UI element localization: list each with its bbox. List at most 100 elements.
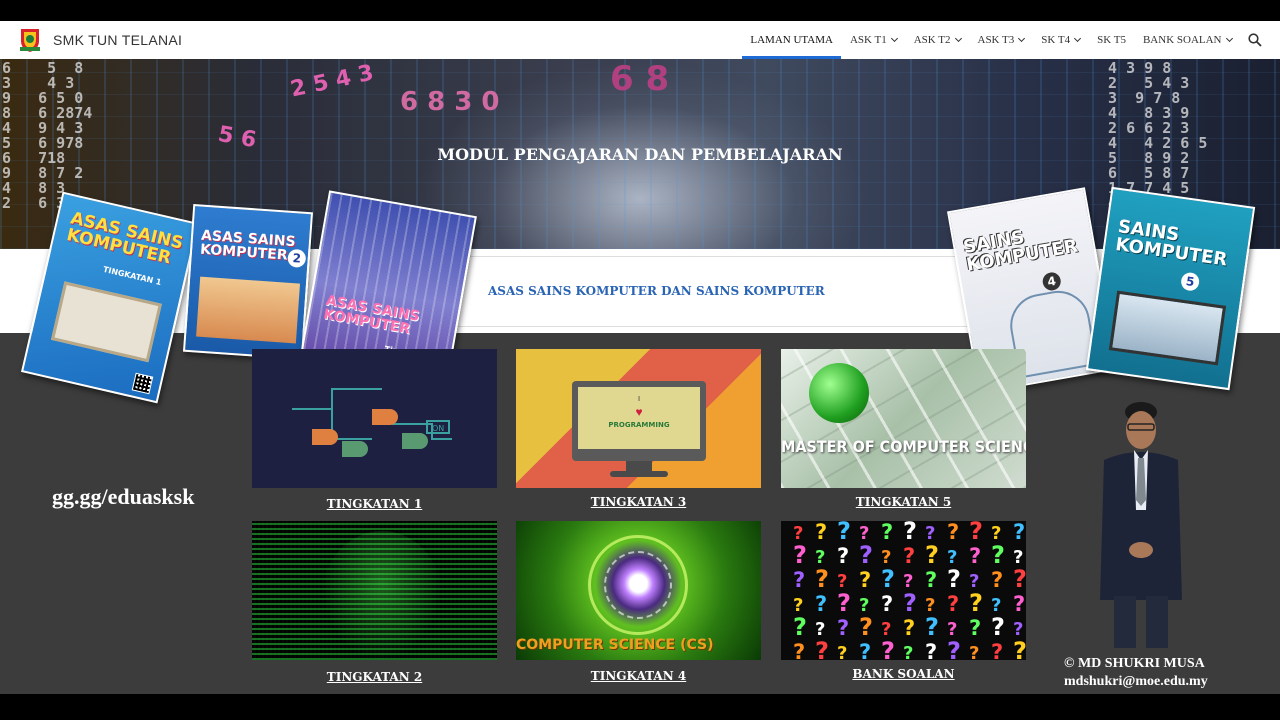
chevron-down-icon bbox=[1074, 34, 1082, 43]
screen-text: PROGRAMMING bbox=[608, 421, 670, 429]
question-mark-glyph: ? bbox=[925, 541, 939, 569]
question-mark-glyph: ? bbox=[859, 568, 871, 592]
nav-item-sk-t5[interactable]: SK T5 bbox=[1089, 21, 1135, 59]
question-mark-glyph: ? bbox=[991, 613, 1005, 641]
question-mark-glyph: ? bbox=[881, 565, 895, 593]
book-title: SAINS KOMPUTER bbox=[961, 226, 1080, 276]
question-mark-glyph: ? bbox=[991, 640, 1003, 660]
monitor-stand bbox=[626, 461, 652, 471]
main-nav: LAMAN UTAMA ASK T1 ASK T2 ASK T3 SK T4 S… bbox=[741, 21, 1270, 59]
tile-image[interactable]: ON bbox=[252, 349, 497, 488]
question-mark-glyph: ? bbox=[815, 565, 829, 593]
nav-item-laman-utama[interactable]: LAMAN UTAMA bbox=[741, 21, 842, 59]
divider bbox=[455, 256, 1005, 257]
question-mark-glyph: ? bbox=[793, 613, 807, 641]
chevron-down-icon bbox=[890, 34, 898, 43]
tile-label[interactable]: TINGKATAN 1 bbox=[252, 497, 497, 511]
question-mark-glyph: ? bbox=[947, 521, 959, 544]
question-mark-glyph: ? bbox=[1013, 565, 1026, 593]
tile-tingkatan-5[interactable]: MASTER OF COMPUTER SCIENCE TINGKATAN 5 bbox=[781, 349, 1026, 509]
question-mark-glyph: ? bbox=[793, 640, 805, 660]
divider bbox=[455, 326, 1005, 327]
tile-tingkatan-2[interactable]: TINGKATAN 2 bbox=[252, 521, 497, 684]
question-mark-glyph: ? bbox=[925, 568, 937, 592]
question-mark-glyph: ? bbox=[837, 589, 851, 617]
qr-code-icon bbox=[131, 372, 154, 395]
question-mark-glyph: ? bbox=[793, 568, 805, 592]
tile-label[interactable]: TINGKATAN 4 bbox=[516, 669, 761, 683]
question-mark-glyph: ? bbox=[859, 541, 873, 569]
school-logo[interactable] bbox=[18, 27, 42, 53]
tile-image[interactable]: I ♥ PROGRAMMING bbox=[516, 349, 761, 488]
question-mark-glyph: ? bbox=[925, 613, 939, 641]
question-mark-glyph: ? bbox=[837, 616, 849, 640]
nav-item-ask-t1[interactable]: ASK T1 bbox=[841, 21, 905, 59]
hero-title: MODUL PENGAJARAN DAN PEMBELAJARAN bbox=[437, 145, 843, 164]
author-email[interactable]: mdshukri@moe.edu.my bbox=[1064, 674, 1208, 690]
tablet-illustration bbox=[1108, 290, 1227, 366]
question-mark-glyph: ? bbox=[881, 637, 895, 660]
top-letterbox bbox=[0, 0, 1280, 21]
search-button[interactable] bbox=[1240, 21, 1270, 59]
tile-image[interactable]: COMPUTER SCIENCE (CS) bbox=[516, 521, 761, 660]
book-subtitle: TINGKATAN 1 bbox=[102, 264, 163, 288]
book-title: ASAS SAINS KOMPUTER bbox=[64, 208, 186, 269]
question-mark-glyph: ? bbox=[881, 521, 893, 544]
book-cover-ask-tingkatan-2[interactable]: ASAS SAINS KOMPUTER 2 bbox=[182, 203, 314, 361]
tile-image[interactable] bbox=[252, 521, 497, 660]
nav-item-bank-soalan[interactable]: BANK SOALAN bbox=[1134, 21, 1240, 59]
tile-label[interactable]: TINGKATAN 2 bbox=[252, 670, 497, 684]
short-link[interactable]: gg.gg/eduasksk bbox=[52, 484, 194, 510]
question-mark-glyph: ? bbox=[969, 616, 981, 640]
tile-image[interactable]: MASTER OF COMPUTER SCIENCE bbox=[781, 349, 1026, 488]
glass-pattern bbox=[781, 349, 1026, 488]
nav-item-sk-t4[interactable]: SK T4 bbox=[1033, 21, 1089, 59]
tile-label[interactable]: TINGKATAN 3 bbox=[516, 495, 761, 509]
tile-tingkatan-4[interactable]: COMPUTER SCIENCE (CS) TINGKATAN 4 bbox=[516, 521, 761, 683]
book-number-badge: 2 bbox=[287, 248, 307, 268]
hero-pink-digits: 6 8 3 0 bbox=[400, 87, 500, 117]
laptop-illustration bbox=[50, 281, 162, 363]
site-header: SMK TUN TELANAI LAMAN UTAMA ASK T1 ASK T… bbox=[0, 21, 1280, 59]
chevron-down-icon bbox=[954, 34, 962, 43]
tile-label[interactable]: TINGKATAN 5 bbox=[781, 495, 1026, 509]
tile-image[interactable]: ????????????????????????????????????????… bbox=[781, 521, 1026, 660]
question-mark-glyph: ? bbox=[815, 637, 829, 660]
question-mark-glyph: ? bbox=[815, 592, 827, 616]
tile-bank-soalan[interactable]: ????????????????????????????????????????… bbox=[781, 521, 1026, 681]
site-title[interactable]: SMK TUN TELANAI bbox=[53, 32, 182, 48]
book-number-badge: 5 bbox=[1179, 271, 1201, 292]
tile-image-text: MASTER OF COMPUTER SCIENCE bbox=[781, 437, 1026, 456]
logic-gates-illustration: ON bbox=[292, 388, 452, 457]
question-mark-glyph: ? bbox=[793, 541, 807, 569]
tile-tingkatan-3[interactable]: I ♥ PROGRAMMING TINGKATAN 3 bbox=[516, 349, 761, 509]
question-mark-glyph: ? bbox=[859, 640, 871, 660]
bottom-letterbox bbox=[0, 694, 1280, 720]
question-mark-glyph: ? bbox=[903, 616, 915, 640]
book-cover-sk-tingkatan-5[interactable]: SAINS KOMPUTER 5 bbox=[1085, 186, 1256, 391]
question-mark-glyph: ? bbox=[903, 544, 915, 568]
tile-tingkatan-1[interactable]: ON TINGKATAN 1 bbox=[252, 349, 497, 511]
question-mark-glyph: ? bbox=[969, 589, 983, 617]
question-marks-illustration: ????????????????????????????????????????… bbox=[793, 521, 1026, 660]
heart-icon: ♥ bbox=[635, 405, 643, 419]
question-mark-glyph: ? bbox=[859, 613, 873, 641]
book-number-badge: 4 bbox=[1041, 271, 1063, 292]
author-photo bbox=[1096, 400, 1186, 650]
tunnel-ring bbox=[604, 551, 672, 619]
question-mark-glyph: ? bbox=[837, 544, 849, 568]
author-credit: © MD SHUKRI MUSA bbox=[1064, 656, 1205, 671]
question-mark-glyph: ? bbox=[947, 637, 961, 660]
student-illustration bbox=[196, 276, 301, 344]
nav-item-ask-t3[interactable]: ASK T3 bbox=[969, 21, 1033, 59]
face-silhouette bbox=[322, 531, 442, 660]
question-mark-glyph: ? bbox=[903, 589, 917, 617]
hero-digit-column: 4 3 9 8 2 5 4 3 3 9 7 8 4 8 3 9 2 6 6 2 … bbox=[1108, 59, 1208, 211]
nav-item-ask-t2[interactable]: ASK T2 bbox=[905, 21, 969, 59]
tile-label[interactable]: BANK SOALAN bbox=[781, 667, 1026, 681]
green-sphere bbox=[809, 363, 869, 423]
question-mark-glyph: ? bbox=[969, 544, 981, 568]
question-mark-glyph: ? bbox=[1013, 521, 1025, 544]
monitor-illustration: I ♥ PROGRAMMING bbox=[572, 381, 706, 461]
question-mark-glyph: ? bbox=[837, 521, 851, 545]
